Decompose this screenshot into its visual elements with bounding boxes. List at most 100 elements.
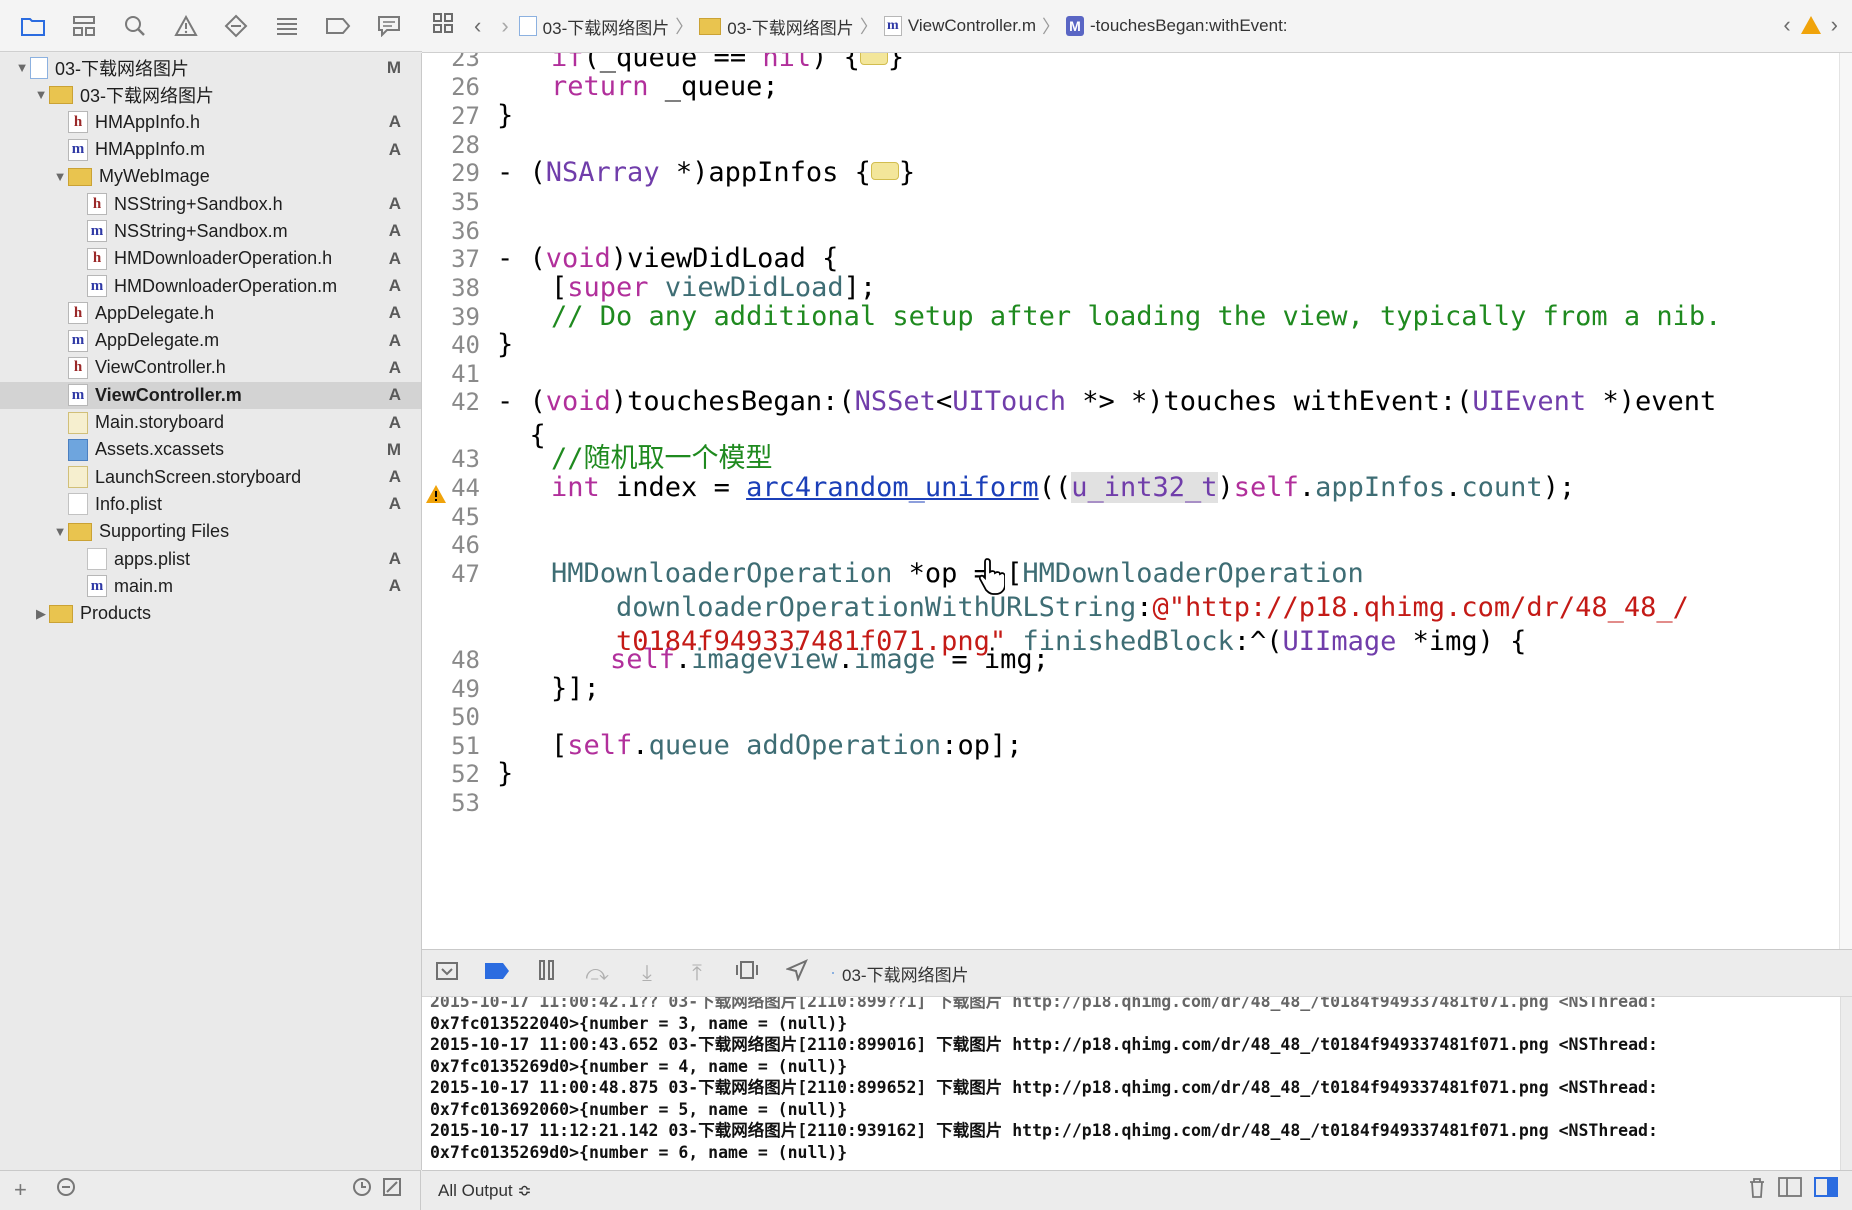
- console-footer: All Output ≎: [422, 1170, 1852, 1210]
- output-filter-select[interactable]: All Output ≎: [438, 1181, 532, 1201]
- navigator-item[interactable]: h HMDownloaderOperation.h A: [0, 245, 421, 272]
- breadcrumb-label: 03-下载网络图片: [727, 18, 854, 38]
- navigator-item[interactable]: ▼ MyWebImage: [0, 163, 421, 190]
- navigator-item[interactable]: m ViewController.m A: [0, 381, 421, 409]
- console-output[interactable]: 2015-10-17 11:00:42.1?? 03-下载网络图片[2110:8…: [422, 997, 1841, 1170]
- scm-status-badge: M: [386, 439, 401, 459]
- disclosure-triangle-icon[interactable]: ▼: [52, 524, 68, 539]
- navigator-item[interactable]: Main.storyboard A: [0, 409, 421, 436]
- project-navigator: ▼ 03-下载网络图片 M ▼ 03-下载网络图片 h HMAppInfo.h Am HMApp…: [0, 53, 422, 1170]
- forward-chevron-icon[interactable]: ›: [501, 13, 508, 39]
- navigator-item-label: Assets.xcassets: [95, 439, 225, 460]
- project-navigator-icon[interactable]: [17, 10, 49, 42]
- navigator-item[interactable]: ▼ 03-下载网络图片 M: [0, 54, 421, 81]
- navigator-item[interactable]: h AppDelegate.h A: [0, 300, 421, 327]
- trash-icon[interactable]: [1748, 1177, 1766, 1205]
- console-line: 2015-10-17 11:00:48.875 03-下载网络图片[2110:8…: [430, 1078, 1658, 1097]
- navigator-item[interactable]: h HMAppInfo.h A: [0, 109, 421, 136]
- breakpoints-toggle-icon[interactable]: [472, 960, 522, 986]
- breadcrumb-label: 03-下载网络图片: [542, 18, 670, 38]
- previous-issue-icon[interactable]: ‹: [1783, 12, 1790, 38]
- disclosure-triangle-icon[interactable]: ▼: [14, 60, 30, 75]
- next-issue-icon[interactable]: ›: [1831, 12, 1838, 38]
- disclosure-triangle-icon[interactable]: ▼: [33, 87, 49, 102]
- navigator-item[interactable]: m HMAppInfo.m A: [0, 136, 421, 163]
- step-into-icon[interactable]: ⤓: [622, 960, 672, 986]
- breakpoint-navigator-icon[interactable]: [322, 10, 354, 42]
- navigator-item[interactable]: ▼ 03-下载网络图片: [0, 81, 421, 108]
- source-file-icon: m: [68, 384, 88, 407]
- issue-navigator-icon[interactable]: [170, 10, 202, 42]
- navigator-item[interactable]: h ViewController.h A: [0, 354, 421, 381]
- navigator-item[interactable]: ▶ Products: [0, 600, 421, 627]
- view-debugger-icon[interactable]: [722, 960, 772, 986]
- disclosure-triangle-icon[interactable]: ▼: [52, 169, 68, 184]
- navigator-item-label: HMAppInfo.h: [95, 111, 201, 132]
- code-line: 53: [422, 786, 1852, 820]
- xcode-window: ▼ 03-下载网络图片 M ▼ 03-下载网络图片 h HMAppInfo.h Am HMApp…: [0, 0, 1852, 1210]
- breadcrumb-item[interactable]: m ViewController.m: [883, 16, 1036, 36]
- navigator-item-label: apps.plist: [114, 548, 191, 569]
- scm-status-badge: A: [388, 139, 401, 159]
- scm-status-badge: A: [388, 248, 401, 268]
- navigator-item[interactable]: m main.m A: [0, 573, 421, 600]
- line-number: 47: [451, 560, 480, 588]
- line-number: 53: [451, 789, 480, 817]
- breadcrumb-item[interactable]: M -touchesBegan:withEvent:: [1066, 16, 1288, 36]
- header-file-icon: h: [68, 111, 88, 134]
- report-navigator-icon[interactable]: [373, 10, 405, 42]
- source-file-icon: m: [68, 329, 88, 352]
- warning-icon[interactable]: [1800, 16, 1821, 34]
- folder-icon: [699, 17, 722, 35]
- navigator-item[interactable]: Info.plist A: [0, 491, 421, 518]
- navigator-item[interactable]: m AppDelegate.m A: [0, 327, 421, 354]
- source-file-icon: m: [68, 138, 88, 161]
- breadcrumb-separator-icon: 〉: [859, 17, 878, 37]
- folder-icon: [68, 522, 92, 541]
- navigator-item[interactable]: Assets.xcassets M: [0, 436, 421, 463]
- navigator-item-label: HMDownloaderOperation.m: [114, 275, 338, 296]
- breadcrumb-separator-icon: 〉: [1042, 17, 1060, 37]
- step-over-icon[interactable]: ⤼: [572, 960, 622, 986]
- source-file-icon: m: [883, 16, 902, 36]
- scm-status-badge: A: [388, 330, 401, 350]
- source-editor[interactable]: 23 if(_queue == nil) {} 26 return _queue; 27…: [422, 53, 1852, 949]
- hide-debug-area-icon[interactable]: [422, 960, 472, 986]
- related-items-icon[interactable]: [432, 12, 454, 40]
- navigator-item[interactable]: m NSString+Sandbox.m A: [0, 218, 421, 245]
- console-view-toggle-icon[interactable]: [1814, 1177, 1838, 1205]
- filter-icon[interactable]: [56, 1177, 76, 1203]
- scm-status-badge: M: [386, 57, 401, 77]
- debug-process-context[interactable]: 03-下载网络图片: [832, 961, 969, 986]
- symbol-navigator-icon[interactable]: [68, 10, 100, 42]
- jump-bar: ‹ › 03-下载网络图片〉 03-下载网络图片〉 m ViewController.…: [422, 0, 1852, 53]
- navigator-item[interactable]: h NSString+Sandbox.h A: [0, 191, 421, 218]
- breadcrumb-item[interactable]: 03-下载网络图片: [699, 14, 854, 39]
- back-chevron-icon[interactable]: ‹: [474, 13, 481, 39]
- storyboard-icon: [68, 411, 88, 434]
- scm-status-badge: A: [388, 412, 401, 432]
- debug-navigator-icon[interactable]: [271, 10, 303, 42]
- search-icon[interactable]: [119, 10, 151, 42]
- scm-status-badge: A: [388, 303, 401, 323]
- navigator-item[interactable]: LaunchScreen.storyboard A: [0, 464, 421, 491]
- pause-icon[interactable]: [522, 960, 572, 986]
- navigator-item-label: HMAppInfo.m: [95, 139, 206, 160]
- recent-files-icon[interactable]: [352, 1177, 372, 1203]
- console-line: 2015-10-17 11:00:42.1?? 03-下载网络图片[2110:8…: [430, 997, 1658, 1011]
- debug-context-label: 03-下载网络图片: [842, 965, 969, 985]
- navigator-item[interactable]: ▼ Supporting Files: [0, 518, 421, 545]
- step-out-icon[interactable]: ⤒: [672, 960, 722, 986]
- project-icon: [518, 16, 537, 36]
- variables-view-toggle-icon[interactable]: [1778, 1177, 1802, 1205]
- test-navigator-icon[interactable]: [220, 10, 252, 42]
- navigator-item[interactable]: m HMDownloaderOperation.m A: [0, 272, 421, 299]
- source-file-icon: m: [87, 220, 107, 243]
- navigator-item-label: NSString+Sandbox.h: [114, 193, 283, 214]
- simulate-location-icon[interactable]: [772, 959, 822, 987]
- navigator-item[interactable]: apps.plist A: [0, 545, 421, 572]
- disclosure-triangle-icon[interactable]: ▶: [33, 606, 49, 622]
- add-icon[interactable]: +: [14, 1177, 27, 1203]
- source-control-filter-icon[interactable]: [382, 1177, 402, 1203]
- breadcrumb-item[interactable]: 03-下载网络图片: [518, 14, 670, 39]
